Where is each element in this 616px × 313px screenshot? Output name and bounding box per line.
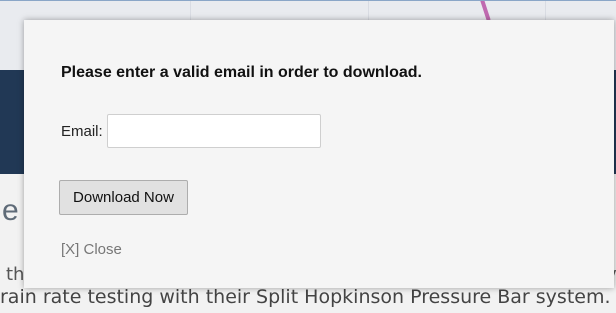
- email-row: Email:: [61, 114, 321, 148]
- close-link[interactable]: [X] Close: [61, 241, 122, 258]
- modal-title: Please enter a valid email in order to d…: [61, 64, 422, 81]
- email-label: Email:: [61, 122, 103, 140]
- email-field[interactable]: [106, 114, 321, 148]
- page: e th v rain rate testing with their Spli…: [0, 0, 616, 313]
- download-modal: Please enter a valid email in order to d…: [24, 20, 614, 288]
- download-now-button[interactable]: Download Now: [59, 180, 188, 215]
